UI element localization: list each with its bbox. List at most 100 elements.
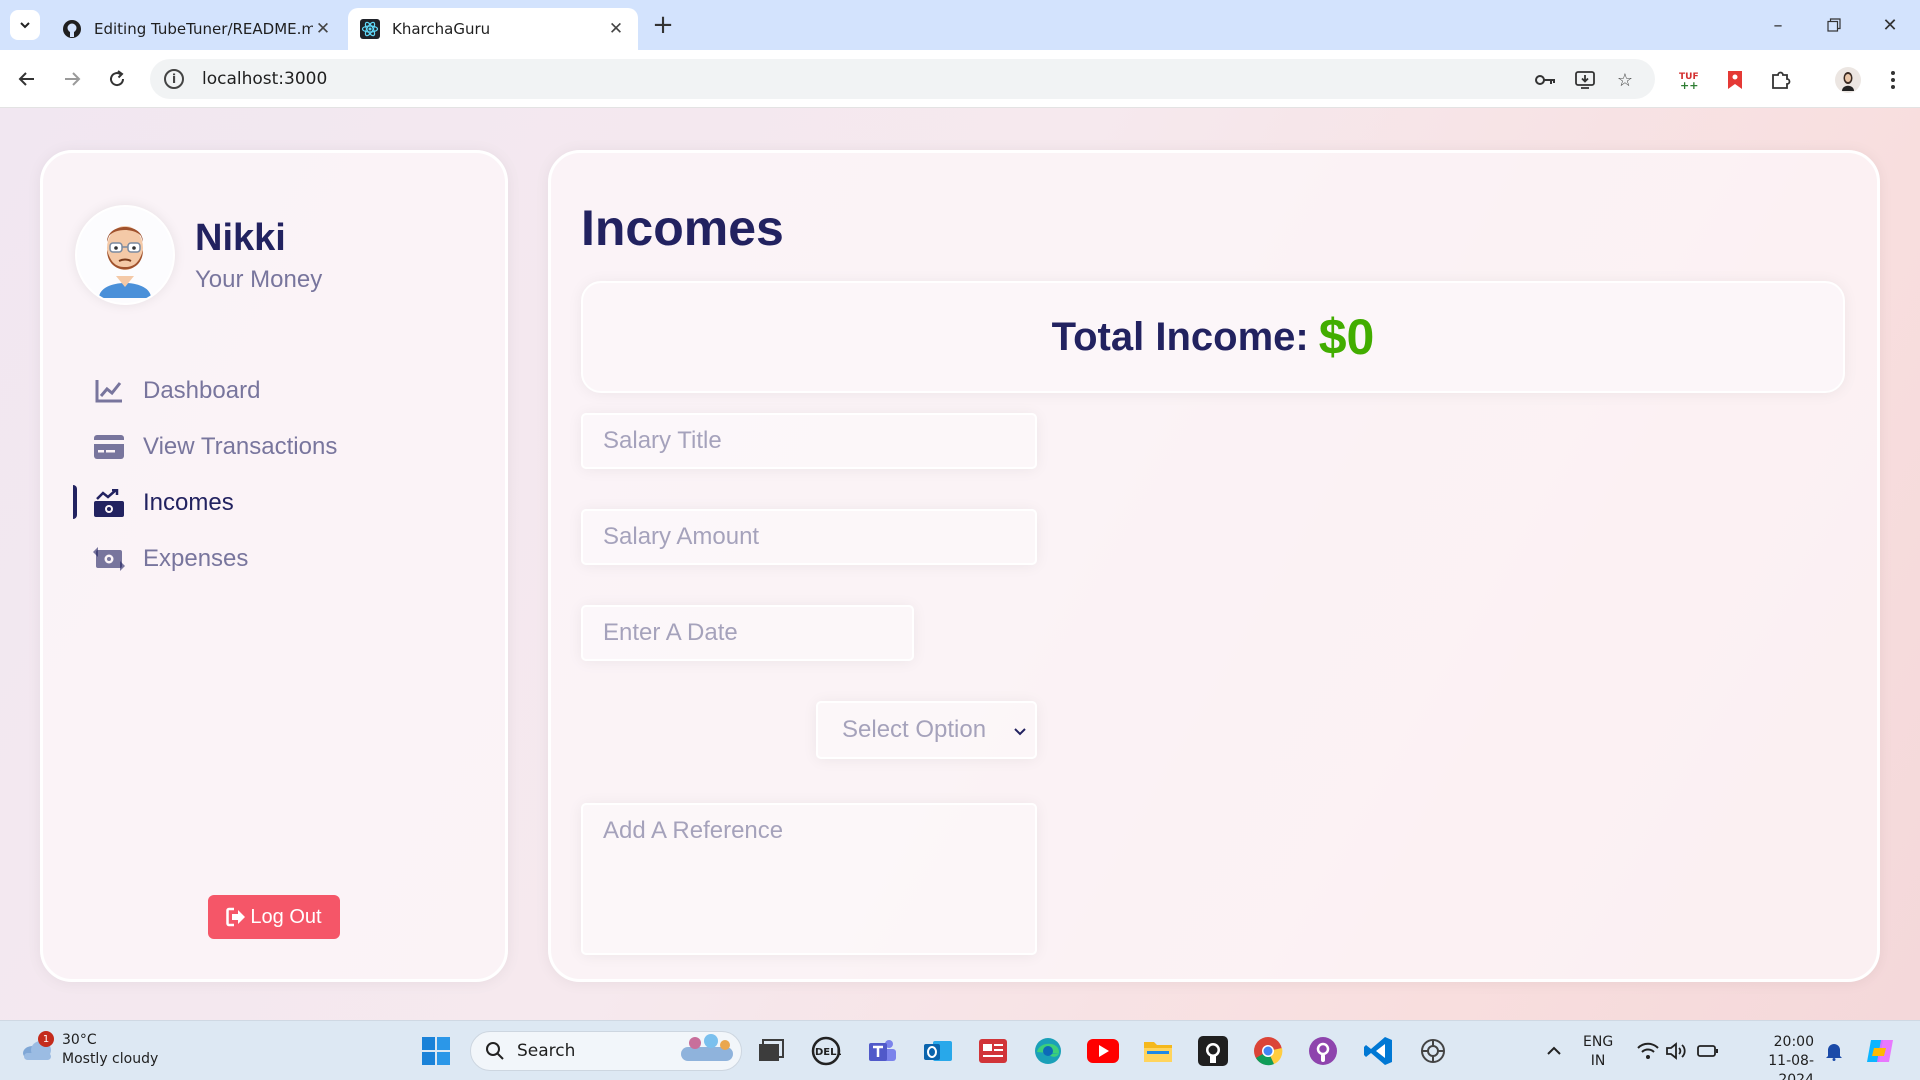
sidebar-item-label: Dashboard [143,377,261,404]
edge-icon[interactable] [1032,1035,1064,1067]
close-window-button[interactable]: ✕ [1870,10,1910,40]
back-button[interactable] [10,62,44,96]
weather-description: Mostly cloudy [62,1051,159,1067]
logout-button[interactable]: Log Out [208,895,340,939]
money-bill-trend-up-icon [93,487,125,519]
sidebar-item-label: View Transactions [143,433,338,460]
windows-start-icon[interactable] [420,1035,452,1067]
address-bar[interactable]: i localhost:3000 ☆ [150,59,1655,99]
restore-button[interactable] [1814,10,1854,40]
sidebar-item-expenses[interactable]: Expenses [43,531,505,587]
category-select[interactable]: Select Option [816,701,1037,759]
input-placeholder: Add A Reference [603,817,784,844]
weather-widget[interactable]: 1 30°C Mostly cloudy [20,1031,158,1069]
taskbar-search[interactable]: Search [470,1031,742,1071]
more-options-icon[interactable] [1880,67,1906,93]
battery-icon[interactable] [1692,1035,1724,1067]
reference-textarea[interactable]: Add A Reference [581,803,1037,955]
site-info-icon[interactable]: i [164,69,184,89]
volume-icon[interactable] [1660,1035,1692,1067]
close-icon[interactable]: ✕ [313,19,333,39]
user-subtitle: Your Money [195,265,323,293]
copilot-icon[interactable] [1864,1035,1896,1067]
avatar [75,205,175,305]
tab-title: KharchaGuru [392,20,491,38]
news-icon[interactable] [977,1035,1009,1067]
bearded-man-avatar-icon [99,226,151,298]
tuf-extension-icon[interactable]: TUF ++ [1677,67,1703,93]
reload-icon [110,70,125,87]
svg-text:DELL: DELL [815,1047,841,1058]
key-icon[interactable] [1535,69,1557,91]
search-icon [486,1042,504,1060]
windows-taskbar: 1 30°C Mostly cloudy Search DELL ENG IN … [0,1020,1920,1080]
notification-badge: 1 [38,1031,54,1047]
file-explorer-icon[interactable] [1142,1035,1174,1067]
chevron-down-icon [20,22,30,29]
clock-date: 11-08-2024 [1768,1053,1814,1080]
salary-amount-input[interactable]: Salary Amount [581,509,1037,565]
salary-title-input[interactable]: Salary Title [581,413,1037,469]
total-income-value: $0 [1318,309,1375,365]
url-text: localhost:3000 [202,69,328,89]
minimize-button[interactable]: – [1758,10,1798,40]
total-income-label: Total Income: [1051,314,1309,359]
tab-editing-readme[interactable]: Editing TubeTuner/README.md ✕ [50,8,345,50]
profile-avatar-icon[interactable] [1835,67,1861,93]
page-title: Incomes [581,200,784,256]
chevron-up-icon[interactable] [1538,1035,1570,1067]
sidebar-item-label: Expenses [143,545,249,572]
select-value: Select Option [842,716,987,743]
close-icon[interactable]: ✕ [606,19,626,39]
svg-text:++: ++ [1680,79,1698,90]
sidebar-item-view-transactions[interactable]: View Transactions [43,419,505,475]
clock[interactable]: 20:00 11-08-2024 [1738,1033,1814,1080]
language-indicator[interactable]: ENG IN [1583,1033,1613,1071]
sidebar: Nikki Your Money Dashboard View Transact… [40,150,508,982]
forward-button[interactable] [55,62,89,96]
region-label: IN [1590,1053,1606,1069]
notification-bell-icon[interactable] [1818,1035,1850,1067]
browser-toolbar: i localhost:3000 ☆ TUF ++ [0,50,1920,108]
vscode-icon[interactable] [1362,1035,1394,1067]
chatgpt-icon[interactable] [1417,1035,1449,1067]
money-bill-transfer-icon [93,543,125,575]
search-label: Search [517,1041,576,1061]
outlook-icon[interactable] [922,1035,954,1067]
task-view-icon[interactable] [755,1035,787,1067]
cloud-icon: 1 [20,1031,54,1067]
podcast-icon[interactable] [1307,1035,1339,1067]
sign-out-icon [226,907,248,927]
new-tab-button[interactable]: + [650,10,676,40]
language-label: ENG [1583,1034,1614,1050]
input-placeholder: Enter A Date [603,619,738,646]
sidebar-item-label: Incomes [143,489,234,516]
chart-line-icon [93,375,125,407]
extensions-puzzle-icon[interactable] [1768,67,1794,93]
logout-label: Log Out [250,905,322,928]
bookmark-star-icon[interactable]: ☆ [1614,69,1636,91]
browser-tab-strip: Editing TubeTuner/README.md ✕ KharchaGur… [0,0,1920,50]
sidebar-item-dashboard[interactable]: Dashboard [43,363,505,419]
date-input[interactable]: Enter A Date [581,605,914,661]
user-profile: Nikki Your Money [75,205,322,305]
main-content: Incomes Total Income: $0 Salary Title Sa… [548,150,1880,982]
sidebar-item-incomes[interactable]: Incomes [43,475,505,531]
tab-kharchaguru[interactable]: KharchaGuru ✕ [348,8,638,50]
teams-icon[interactable] [866,1035,898,1067]
tab-title: Editing TubeTuner/README.md [94,20,313,38]
reload-button[interactable] [100,62,134,96]
search-highlight-icon [679,1033,735,1070]
restore-icon [1827,18,1841,32]
tab-search-button[interactable] [10,10,40,40]
youtube-icon[interactable] [1087,1035,1119,1067]
bookmark-extension-icon[interactable] [1722,67,1748,93]
credit-card-icon [93,431,125,463]
chrome-icon[interactable] [1252,1035,1284,1067]
install-app-icon[interactable] [1574,69,1596,91]
app-page: Nikki Your Money Dashboard View Transact… [0,108,1920,1020]
dell-icon[interactable]: DELL [810,1035,842,1067]
total-income-card: Total Income: $0 [581,281,1845,393]
github-desktop-icon[interactable] [1197,1035,1229,1067]
input-placeholder: Salary Title [603,427,722,454]
